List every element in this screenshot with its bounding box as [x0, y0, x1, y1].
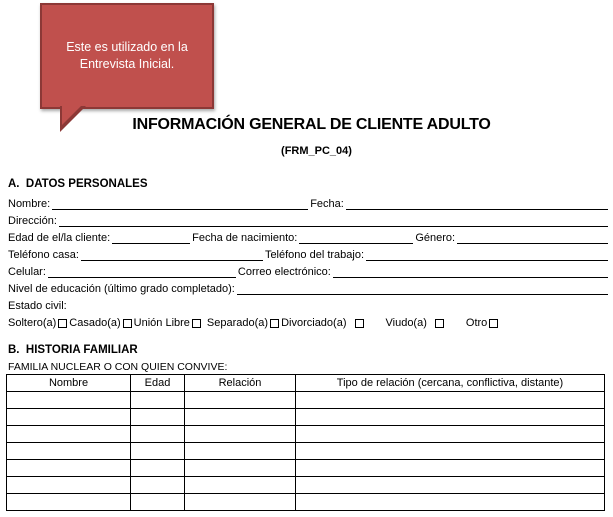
table-cell[interactable]	[130, 425, 185, 443]
table-cell[interactable]	[184, 459, 296, 477]
fecha-field[interactable]	[345, 198, 608, 210]
estado-civil-label: Estado civil:	[8, 300, 67, 312]
table-cell[interactable]	[6, 425, 131, 443]
fecha-nacimiento-label: Fecha de nacimiento:	[192, 232, 298, 244]
celular-field[interactable]	[47, 266, 236, 278]
separado-label: Separado(a)	[206, 317, 269, 329]
callout-text: Este es utilizado en la Entrevista Inici…	[66, 40, 188, 71]
col-edad: Edad	[130, 374, 185, 392]
table-cell[interactable]	[295, 476, 605, 494]
col-tipo-relacion: Tipo de relación (cercana, conflictiva, …	[295, 374, 605, 392]
row-civil-options: Soltero(a) Casado(a) Unión Libre Separad…	[8, 312, 610, 329]
row-telefonos: Teléfono casa: Teléfono del trabajo:	[8, 244, 610, 261]
otro-checkbox[interactable]	[489, 319, 499, 328]
viudo-label: Viudo(a)	[385, 317, 427, 329]
col-relacion: Relación	[184, 374, 296, 392]
table-cell[interactable]	[184, 425, 296, 443]
telefono-trabajo-field[interactable]	[366, 249, 608, 261]
row-celular-correo: Celular: Correo electrónico:	[8, 261, 610, 278]
form-title: INFORMACIÓN GENERAL DE CLIENTE ADULTO	[132, 116, 491, 133]
table-header-row: Nombre Edad Relación Tipo de relación (c…	[6, 374, 605, 392]
row-estado-civil: Estado civil:	[8, 295, 610, 312]
table-cell[interactable]	[6, 408, 131, 426]
table-cell[interactable]	[130, 476, 185, 494]
correo-label: Correo electrónico:	[237, 266, 331, 278]
edad-label: Edad de el/la cliente:	[8, 232, 111, 244]
soltero-checkbox[interactable]	[58, 319, 68, 328]
table-cell[interactable]	[184, 408, 296, 426]
table-cell[interactable]	[295, 493, 605, 511]
viudo-checkbox[interactable]	[434, 319, 444, 328]
table-row	[6, 476, 605, 494]
table-cell[interactable]	[295, 391, 605, 409]
table-cell[interactable]	[184, 493, 296, 511]
table-cell[interactable]	[184, 476, 296, 494]
soltero-label: Soltero(a)	[8, 317, 57, 329]
table-row	[6, 493, 605, 511]
table-row	[6, 408, 605, 426]
table-row	[6, 442, 605, 460]
educacion-field[interactable]	[236, 283, 608, 295]
table-cell[interactable]	[130, 408, 185, 426]
table-cell[interactable]	[295, 442, 605, 460]
table-cell[interactable]	[6, 459, 131, 477]
table-cell[interactable]	[6, 442, 131, 460]
table-cell[interactable]	[295, 425, 605, 443]
table-cell[interactable]	[6, 493, 131, 511]
row-direccion: Dirección:	[8, 210, 610, 227]
genero-label: Género:	[415, 232, 456, 244]
row-educacion: Nivel de educación (último grado complet…	[8, 278, 610, 295]
row-nombre-fecha: Nombre: Fecha:	[8, 193, 610, 210]
table-cell[interactable]	[6, 391, 131, 409]
table-cell[interactable]	[130, 493, 185, 511]
table-cell[interactable]	[184, 391, 296, 409]
table-cell[interactable]	[130, 459, 185, 477]
form-code: (FRM_PC_04)	[281, 145, 352, 157]
fecha-nacimiento-field[interactable]	[299, 232, 414, 244]
fecha-label: Fecha:	[310, 198, 344, 210]
correo-field[interactable]	[332, 266, 608, 278]
otro-label: Otro	[465, 317, 488, 329]
callout-box: Este es utilizado en la Entrevista Inici…	[40, 3, 214, 109]
table-row	[6, 391, 605, 409]
nombre-field[interactable]	[52, 198, 309, 210]
separado-checkbox[interactable]	[270, 319, 280, 328]
table-cell[interactable]	[184, 442, 296, 460]
section-b-heading: B. HISTORIA FAMILIAR	[8, 344, 138, 356]
genero-field[interactable]	[457, 232, 608, 244]
table-row	[6, 459, 605, 477]
edad-field[interactable]	[112, 232, 191, 244]
direccion-field[interactable]	[58, 215, 608, 227]
telefono-casa-field[interactable]	[80, 249, 263, 261]
personal-data-form: Nombre: Fecha: Dirección: Edad de el/la …	[8, 193, 610, 329]
table-cell[interactable]	[130, 391, 185, 409]
telefono-trabajo-label: Teléfono del trabajo:	[264, 249, 365, 261]
casado-label: Casado(a)	[69, 317, 121, 329]
educacion-label: Nivel de educación (último grado complet…	[8, 283, 235, 295]
col-nombre: Nombre	[6, 374, 131, 392]
family-table: Nombre Edad Relación Tipo de relación (c…	[6, 374, 605, 511]
table-cell[interactable]	[295, 459, 605, 477]
nombre-label: Nombre:	[8, 198, 51, 210]
divorciado-checkbox[interactable]	[354, 319, 364, 328]
celular-label: Celular:	[8, 266, 46, 278]
casado-checkbox[interactable]	[122, 319, 132, 328]
section-a-heading: A. DATOS PERSONALES	[8, 178, 148, 190]
table-row	[6, 425, 605, 443]
table-cell[interactable]	[295, 408, 605, 426]
family-subheading: FAMILIA NUCLEAR O CON QUIEN CONVIVE:	[8, 361, 228, 373]
telefono-casa-label: Teléfono casa:	[8, 249, 79, 261]
direccion-label: Dirección:	[8, 215, 57, 227]
table-cell[interactable]	[130, 442, 185, 460]
row-edad: Edad de el/la cliente: Fecha de nacimien…	[8, 227, 610, 244]
divorciado-label: Divorciado(a)	[281, 317, 347, 329]
union-checkbox[interactable]	[191, 319, 201, 328]
table-cell[interactable]	[6, 476, 131, 494]
union-label: Unión Libre	[133, 317, 190, 329]
